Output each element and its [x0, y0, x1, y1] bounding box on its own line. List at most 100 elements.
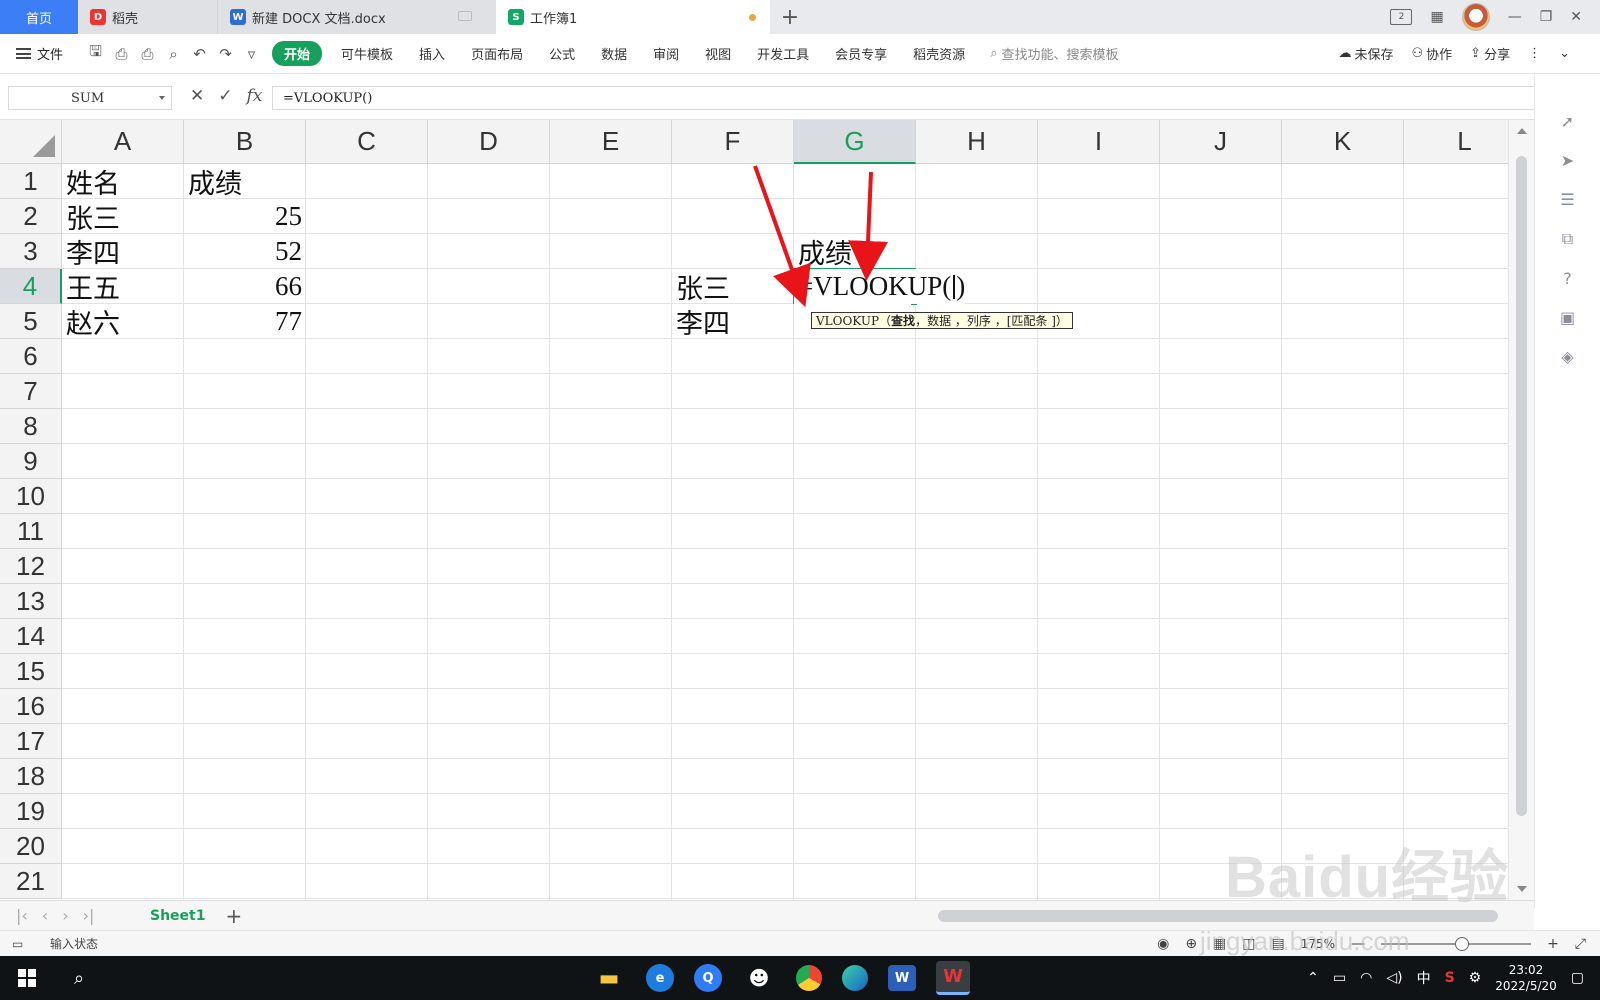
row-header-5[interactable]: 5	[0, 304, 62, 339]
scroll-up-icon[interactable]	[1517, 128, 1527, 134]
cell-g3[interactable]: 成绩	[794, 234, 852, 270]
cell-a2[interactable]: 张三	[62, 199, 120, 235]
row-header-12[interactable]: 12	[0, 549, 62, 584]
row-header-3[interactable]: 3	[0, 234, 62, 269]
row-header-9[interactable]: 9	[0, 444, 62, 479]
add-sheet-button[interactable]: +	[225, 904, 242, 928]
ribbon-tab-resources[interactable]: 稻壳资源	[900, 44, 978, 63]
feature-search[interactable]: ⌕ 查找功能、搜索模板	[990, 44, 1118, 63]
page-count-icon[interactable]: 2	[1390, 9, 1413, 25]
volume-icon[interactable]: ◁)	[1386, 970, 1402, 986]
row-header-1[interactable]: 1	[0, 164, 62, 199]
avatar[interactable]	[1461, 3, 1490, 31]
qq-icon[interactable]: ☻	[742, 961, 776, 995]
column-header-h[interactable]: H	[916, 120, 1038, 164]
ie-browser-icon[interactable]: e	[646, 964, 674, 992]
row-header-11[interactable]: 11	[0, 514, 62, 549]
more-dropdown-icon[interactable]: ▿	[243, 45, 260, 63]
taskbar-search-icon[interactable]: ⌕	[54, 968, 104, 989]
cancel-entry-icon[interactable]: ✕	[190, 86, 204, 106]
network-device-icon[interactable]: ▭	[1333, 970, 1346, 986]
zoom-in-icon[interactable]: +	[1547, 936, 1559, 952]
name-box[interactable]: SUM	[8, 86, 172, 110]
restore-icon[interactable]: ❐	[1540, 9, 1553, 25]
cell-a4[interactable]: 王五	[62, 269, 120, 305]
tab-docx[interactable]: W 新建 DOCX 文档.docx	[218, 0, 496, 34]
file-menu-button[interactable]: 文件	[0, 44, 77, 63]
rocket-icon[interactable]: ➚	[1561, 112, 1574, 131]
wifi-icon[interactable]: ◠	[1360, 970, 1372, 986]
row-header-10[interactable]: 10	[0, 479, 62, 514]
column-header-f[interactable]: F	[672, 120, 794, 164]
settings-gear-icon[interactable]: ⚙	[1469, 970, 1482, 986]
cell-area[interactable]: 姓名 成绩 张三 25 李四 52 王五 66 赵六 77 成绩 张三 李四 =…	[62, 164, 1534, 900]
row-header-14[interactable]: 14	[0, 619, 62, 654]
wps-tray-icon[interactable]: S	[1445, 970, 1455, 986]
insert-function-button[interactable]: fx	[247, 86, 263, 106]
spreadsheet-grid[interactable]: ABCDEFGHIJKL 1 2 3 4 5 6 7 8 9 10 11 12 13 14 15 16 17 18…	[0, 120, 1534, 900]
prev-sheet-icon[interactable]: ‹	[42, 906, 48, 925]
chrome-icon[interactable]	[796, 965, 822, 991]
center-view-icon[interactable]: ⊕	[1185, 936, 1197, 952]
vertical-scrollbar[interactable]	[1508, 120, 1534, 900]
column-header-j[interactable]: J	[1160, 120, 1282, 164]
cell-b3[interactable]: 52	[184, 234, 306, 269]
cell-a3[interactable]: 李四	[62, 234, 120, 270]
scroll-down-icon[interactable]	[1517, 886, 1527, 892]
share-button[interactable]: ⇪ 分享	[1470, 44, 1510, 63]
row-header-21[interactable]: 21	[0, 864, 62, 899]
ime-indicator[interactable]: 中	[1417, 968, 1431, 988]
cell-b5[interactable]: 77	[184, 304, 306, 339]
taskbar-clock[interactable]: 23:02 2022/5/20	[1495, 962, 1557, 994]
in-cell-editor[interactable]: =VLOOKUP()	[794, 269, 966, 304]
formula-input[interactable]: =VLOOKUP()	[272, 86, 1550, 110]
ribbon-tab-page-layout[interactable]: 页面布局	[458, 44, 536, 63]
row-header-17[interactable]: 17	[0, 724, 62, 759]
confirm-entry-icon[interactable]: ✓	[218, 86, 232, 106]
export-icon[interactable]: ⎙	[113, 45, 130, 63]
crop-icon[interactable]: ⧉	[1562, 229, 1573, 249]
row-header-8[interactable]: 8	[0, 409, 62, 444]
row-header-16[interactable]: 16	[0, 689, 62, 724]
column-header-g[interactable]: G	[794, 120, 916, 164]
column-header-e[interactable]: E	[550, 120, 672, 164]
cell-a1[interactable]: 姓名	[62, 164, 120, 200]
ribbon-tab-developer[interactable]: 开发工具	[744, 44, 822, 63]
tab-home[interactable]: 首页	[0, 0, 78, 34]
name-box-dropdown-icon[interactable]	[159, 96, 165, 100]
next-sheet-icon[interactable]: ›	[62, 906, 68, 925]
edge-icon[interactable]	[842, 965, 868, 991]
column-header-b[interactable]: B	[184, 120, 306, 164]
last-sheet-icon[interactable]: ›|	[83, 906, 95, 925]
column-header-k[interactable]: K	[1282, 120, 1404, 164]
column-header-a[interactable]: A	[62, 120, 184, 164]
ribbon-tab-home[interactable]: 开始	[272, 41, 323, 66]
column-header-i[interactable]: I	[1038, 120, 1160, 164]
save-icon[interactable]: 🖫	[87, 41, 104, 66]
image-edit-icon[interactable]: ▣	[1560, 308, 1575, 327]
ribbon-tab-insert[interactable]: 插入	[406, 44, 458, 63]
search-app-icon[interactable]: Q	[694, 964, 722, 992]
row-header-18[interactable]: 18	[0, 759, 62, 794]
more-options-icon[interactable]: ⋮	[1528, 46, 1541, 61]
tray-expand-icon[interactable]: ⌃	[1307, 970, 1319, 986]
row-header-13[interactable]: 13	[0, 584, 62, 619]
eye-protect-icon[interactable]: ◉	[1157, 936, 1169, 952]
cell-b1[interactable]: 成绩	[184, 164, 242, 200]
file-explorer-icon[interactable]: ▬	[592, 961, 626, 995]
cell-f4[interactable]: 张三	[672, 269, 730, 305]
word-icon[interactable]: W	[888, 965, 916, 991]
ribbon-tab-formulas[interactable]: 公式	[536, 44, 588, 63]
row-header-6[interactable]: 6	[0, 339, 62, 374]
unsaved-button[interactable]: ☁ 未保存	[1338, 44, 1393, 63]
minimize-icon[interactable]: —	[1508, 9, 1522, 25]
column-header-c[interactable]: C	[306, 120, 428, 164]
ribbon-tab-review[interactable]: 审阅	[640, 44, 692, 63]
print-icon[interactable]: ⎙	[139, 45, 156, 63]
collab-button[interactable]: ⚇ 协作	[1412, 44, 1453, 63]
row-header-4[interactable]: 4	[0, 269, 62, 304]
row-header-7[interactable]: 7	[0, 374, 62, 409]
fullscreen-icon[interactable]: ⤢	[1575, 936, 1586, 952]
tab-workbook[interactable]: S 工作簿1	[496, 0, 770, 34]
wps-icon[interactable]: W	[936, 961, 970, 995]
